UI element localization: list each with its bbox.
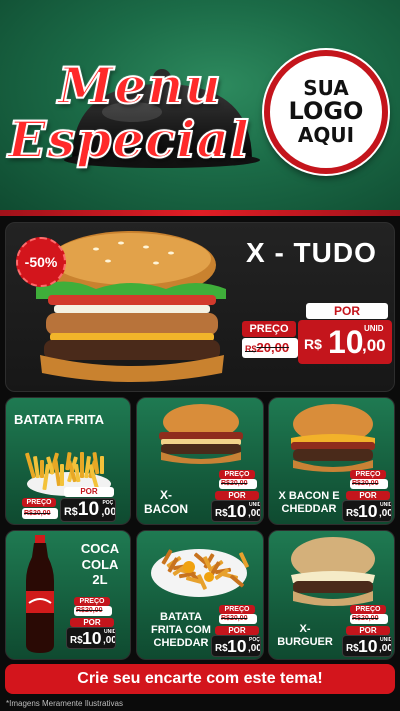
product-name: BATATA FRITA COM CHEDDAR [151,611,211,650]
new-price-box: R$ 10 POÇ ,00 [211,635,261,657]
header-banner: Menu Especial SUA LOGO AQUI [0,0,400,215]
new-price-label: POR [64,487,114,497]
old-price-label: PREÇO [74,597,110,606]
old-price-label: PREÇO [22,498,56,507]
new-price-label: POR [70,618,114,627]
old-price-label: PREÇO [350,470,386,479]
new-price-int: 10 [227,501,247,521]
new-price-unit: POÇ [102,500,114,506]
old-price-label: PREÇO [242,321,296,337]
old-price-value: R$20,00 [221,480,248,487]
new-price-currency: R$ [70,634,83,646]
new-price-box: R$ 10 UNID ,00 [66,627,116,649]
old-price-box: R$20,00 [350,614,388,624]
new-price-label: POR [215,626,259,635]
logo-text-1: SUA [303,76,349,101]
old-price-label: PREÇO [219,470,255,479]
old-price-box: R$20,00 [74,606,112,616]
new-price-currency: R$ [346,642,359,654]
header-divider [0,210,400,216]
title-menu: Menu [57,55,222,116]
logo-placeholder: SUA LOGO AQUI [264,50,388,174]
new-price-int: 10 [358,636,378,656]
product-card: COCA COLA 2L PREÇO R$20,00 POR R$ 10 UNID ,00 [5,530,131,660]
old-price-box: R$20,00 [219,614,257,624]
new-price-label: POR [306,303,388,319]
new-price-box: R$ 10 UNID ,00 [298,320,392,364]
old-price-box: R$20,00 [22,508,58,519]
new-price-currency: R$ [64,506,78,519]
old-price-value: R$20,00 [352,480,379,487]
title-especial: Especial [7,109,250,170]
product-name: BATATA FRITA [14,412,105,427]
new-price-int: 10 [77,499,100,520]
product-card: X- BACON PREÇO R$20,00 POR R$ 10 UNID ,00 [136,397,264,525]
new-price-box: R$ 10 UNID ,00 [342,500,392,522]
product-image [283,535,383,616]
product-image [149,537,249,606]
new-price-decimals: ,00 [248,642,261,654]
disclaimer-note: *Imagens Meramente Ilustrativas [6,699,123,708]
new-price-box: R$ 10 UNID ,00 [342,635,392,657]
product-name: COCA COLA 2L [80,541,120,588]
new-price-int: 10 [358,501,378,521]
new-price-decimals: ,00 [101,506,116,519]
hero-product-name: X - TUDO [246,237,377,268]
old-price-box: R$20,00 [219,479,257,489]
new-price-label: POR [346,491,390,500]
new-price-currency: R$ [304,336,322,352]
old-price-box: R$20,00 [350,479,388,489]
old-price-value: R$20,00 [352,615,379,622]
discount-badge: -50% [16,237,66,287]
hero-card-x-tudo: -50% X - TUDO PREÇO R$20,00 POR R$ 10 UN… [5,222,395,392]
new-price-decimals: ,00 [379,642,392,654]
old-price-label: PREÇO [219,605,255,614]
new-price-label: POR [346,626,390,635]
new-price-label: POR [215,491,259,500]
new-price-unit: UNID [364,324,384,333]
logo-text-3: AQUI [297,122,355,147]
product-card: BATATA FRITA PREÇO R$20,00 POR R$ 10 POÇ ,00 [5,397,131,525]
product-card: X- BURGUER PREÇO R$20,00 POR R$ 10 UNID ,00 [268,530,395,660]
old-price-label: PREÇO [350,605,386,614]
old-price-value: R$20,00 [76,607,103,614]
old-price-currency: R$ [245,344,257,354]
new-price-int: 10 [82,628,102,648]
new-price-decimals: ,00 [248,507,261,519]
new-price-decimals: ,00 [103,634,116,646]
new-price-currency: R$ [215,507,228,519]
product-card: BATATA FRITA COM CHEDDAR PREÇO R$20,00 POR R… [136,530,264,660]
new-price-int: 10 [328,324,364,360]
product-image [20,535,60,659]
new-price-currency: R$ [215,642,228,654]
product-name: X BACON E CHEDDAR [278,490,340,516]
old-price-value: R$20,00 [24,510,51,517]
new-price-currency: R$ [346,507,359,519]
product-image [151,402,251,471]
new-price-decimals: ,00 [379,507,392,519]
product-card: X BACON E CHEDDAR PREÇO R$20,00 POR R$ 10 UNID… [268,397,395,525]
cta-banner[interactable]: Crie seu encarte com este tema! [5,664,395,694]
new-price-int: 10 [227,636,247,656]
old-price-value: 20,00 [256,340,290,355]
old-price-box: R$20,00 [242,338,298,358]
new-price-box: R$ 10 UNID ,00 [211,500,261,522]
logo-text-2: LOGO [288,97,364,126]
new-price-decimals: ,00 [362,336,386,355]
old-price-value: R$20,00 [221,615,248,622]
product-name: X- BACON [144,488,188,517]
product-name: X- BURGUER [277,623,333,649]
new-price-box: R$ 10 POÇ ,00 [60,498,116,522]
